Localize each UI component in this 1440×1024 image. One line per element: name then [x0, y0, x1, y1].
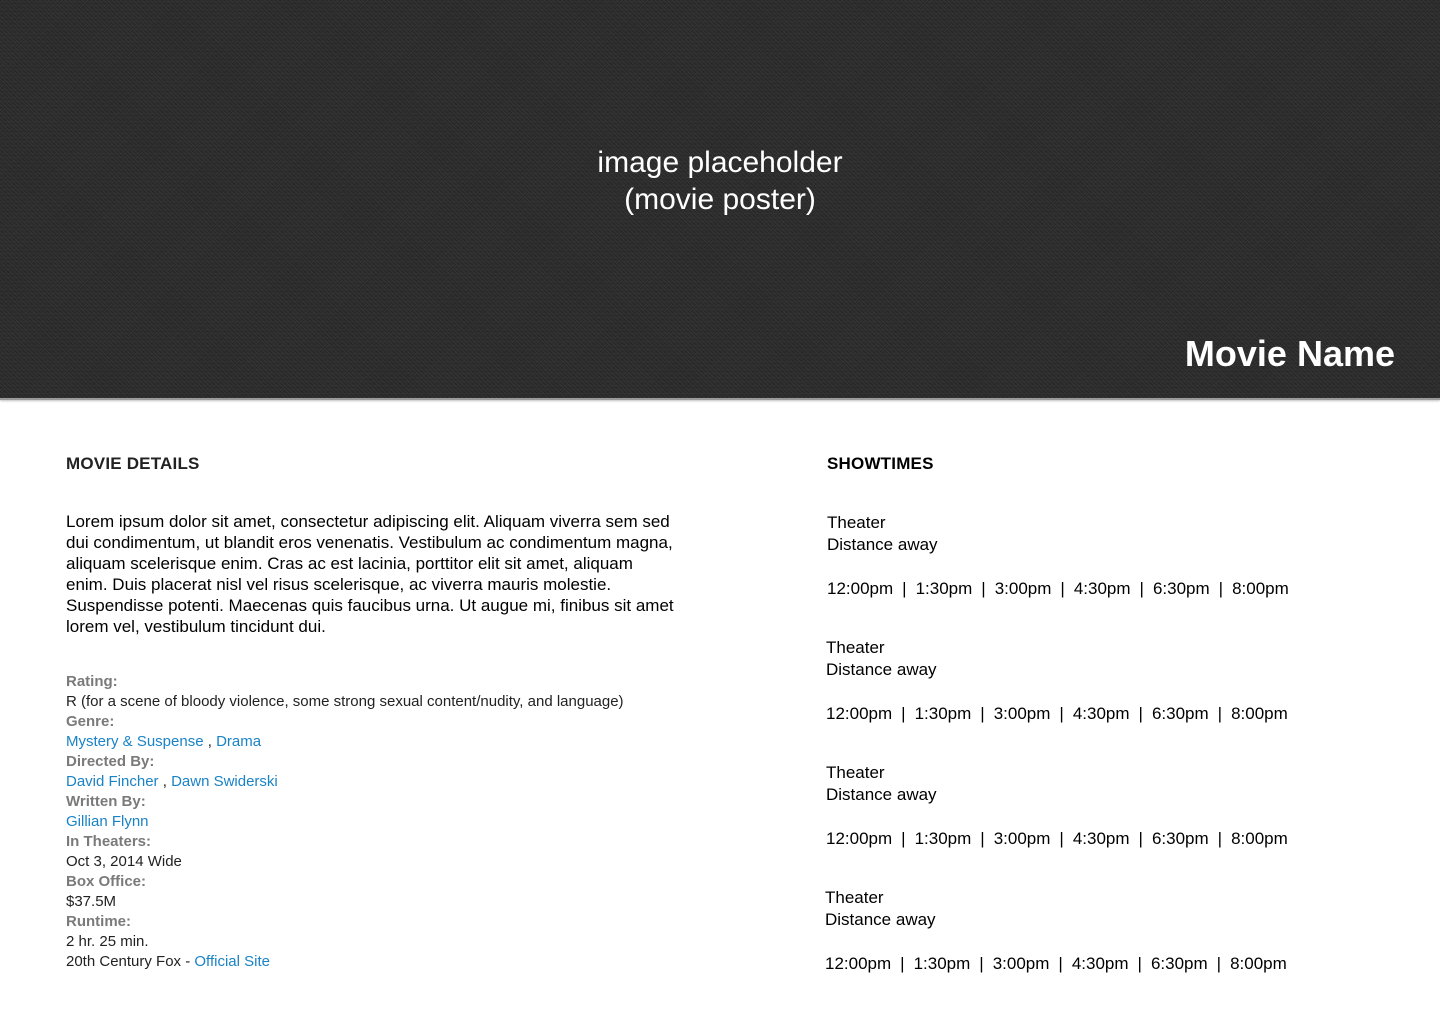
showtime-button[interactable]: 1:30pm [916, 578, 973, 600]
theater-name[interactable]: Theater [826, 762, 1386, 784]
genre-label: Genre: [66, 713, 115, 730]
time-separator: | [1059, 704, 1064, 723]
written-by-label: Written By: [66, 793, 146, 810]
showtimes-heading: SHOWTIMES [827, 454, 934, 473]
movie-synopsis: Lorem ipsum dolor sit amet, consectetur … [66, 512, 674, 636]
movie-poster-banner: image placeholder (movie poster) Movie N… [0, 0, 1440, 400]
time-separator: | [981, 579, 986, 598]
showtime-list: 12:00pm | 1:30pm | 3:00pm | 4:30pm | 6:30pm | 8:00… [826, 703, 1386, 725]
showtime-button[interactable]: 8:00pm [1230, 953, 1287, 975]
rating-label: Rating: [66, 673, 118, 690]
movie-details-heading: MOVIE DETAILS [66, 454, 200, 473]
theater-block: Theater Distance away 12:00pm | 1:30pm | 3:0… [826, 762, 1386, 850]
theater-name[interactable]: Theater [826, 637, 1386, 659]
showtime-button[interactable]: 8:00pm [1232, 578, 1289, 600]
list-separator: , [162, 773, 167, 790]
showtime-button[interactable]: 6:30pm [1152, 703, 1209, 725]
showtime-button[interactable]: 1:30pm [914, 953, 971, 975]
showtime-button[interactable]: 12:00pm [826, 703, 892, 725]
box-office-value: $37.5M [66, 893, 117, 910]
time-separator: | [902, 579, 907, 598]
director-link-swiderski[interactable]: Dawn Swiderski [171, 773, 278, 790]
showtime-button[interactable]: 4:30pm [1073, 703, 1130, 725]
theater-block: Theater Distance away 12:00pm | 1:30pm | 3:0… [825, 887, 1385, 975]
theater-distance: Distance away [826, 785, 937, 804]
directed-by-label: Directed By: [66, 753, 155, 770]
showtime-button[interactable]: 8:00pm [1231, 828, 1288, 850]
showtime-button[interactable]: 1:30pm [915, 828, 972, 850]
runtime-label: Runtime: [66, 913, 131, 930]
time-separator: | [901, 829, 906, 848]
theater-distance: Distance away [827, 535, 938, 554]
time-separator: | [1218, 579, 1224, 598]
showtime-button[interactable]: 4:30pm [1073, 828, 1130, 850]
showtime-button[interactable]: 12:00pm [827, 578, 893, 600]
in-theaters-value: Oct 3, 2014 Wide [66, 853, 182, 870]
movie-meta: Rating: R (for a scene of bloody violenc… [66, 672, 746, 972]
writer-link-flynn[interactable]: Gillian Flynn [66, 813, 149, 830]
movie-title: Movie Name [1184, 333, 1395, 374]
theater-name[interactable]: Theater [827, 512, 1387, 534]
time-separator: | [980, 829, 985, 848]
official-site-link[interactable]: Official Site [194, 953, 270, 970]
showtime-button[interactable]: 6:30pm [1152, 828, 1209, 850]
placeholder-line-2: (movie poster) [624, 183, 816, 216]
time-separator: | [901, 704, 906, 723]
placeholder-line-1: image placeholder [597, 146, 843, 179]
runtime-value: 2 hr. 25 min. [66, 933, 149, 950]
time-separator: | [1060, 579, 1065, 598]
time-separator: | [1059, 829, 1064, 848]
showtime-button[interactable]: 3:00pm [995, 578, 1052, 600]
time-separator: | [1138, 704, 1143, 723]
time-separator: | [980, 704, 985, 723]
time-separator: | [900, 954, 905, 973]
showtime-button[interactable]: 3:00pm [993, 953, 1050, 975]
studio-name: 20th Century Fox - [66, 953, 191, 970]
time-separator: | [1217, 829, 1223, 848]
showtime-button[interactable]: 1:30pm [915, 703, 972, 725]
showtime-button[interactable]: 12:00pm [826, 828, 892, 850]
writer-list: Gillian Flynn [66, 812, 746, 832]
theater-block: Theater Distance away 12:00pm | 1:30pm | 3:0… [826, 637, 1386, 725]
time-separator: | [1139, 579, 1144, 598]
rating-value: R (for a scene of bloody violence, some … [66, 693, 624, 710]
showtime-button[interactable]: 6:30pm [1153, 578, 1210, 600]
theater-distance: Distance away [826, 660, 937, 679]
time-separator: | [1217, 704, 1223, 723]
showtime-button[interactable]: 6:30pm [1151, 953, 1208, 975]
time-separator: | [1058, 954, 1063, 973]
theater-distance: Distance away [825, 910, 936, 929]
time-separator: | [1137, 954, 1142, 973]
showtime-button[interactable]: 3:00pm [994, 703, 1051, 725]
showtime-button[interactable]: 3:00pm [994, 828, 1051, 850]
showtime-list: 12:00pm | 1:30pm | 3:00pm | 4:30pm | 6:30pm | 8:00… [827, 578, 1387, 600]
time-separator: | [979, 954, 984, 973]
director-list: David Fincher , Dawn Swiderski [66, 772, 746, 792]
poster-placeholder-text: image placeholder (movie poster) [0, 144, 1440, 218]
director-link-fincher[interactable]: David Fincher [66, 773, 159, 790]
showtime-list: 12:00pm | 1:30pm | 3:00pm | 4:30pm | 6:30pm | 8:00… [825, 953, 1385, 975]
theater-name[interactable]: Theater [825, 887, 1385, 909]
showtime-button[interactable]: 4:30pm [1074, 578, 1131, 600]
showtime-list: 12:00pm | 1:30pm | 3:00pm | 4:30pm | 6:30pm | 8:00… [826, 828, 1386, 850]
showtime-button[interactable]: 4:30pm [1072, 953, 1129, 975]
time-separator: | [1216, 954, 1222, 973]
box-office-label: Box Office: [66, 873, 147, 890]
genre-list: Mystery & Suspense , Drama [66, 732, 746, 752]
in-theaters-label: In Theaters: [66, 833, 152, 850]
genre-link-mystery[interactable]: Mystery & Suspense [66, 733, 204, 750]
list-separator: , [207, 733, 212, 750]
genre-link-drama[interactable]: Drama [216, 733, 261, 750]
showtime-button[interactable]: 12:00pm [825, 953, 891, 975]
theater-block: Theater Distance away 12:00pm | 1:30pm | 3:0… [827, 512, 1387, 600]
time-separator: | [1138, 829, 1143, 848]
studio-line: 20th Century Fox - Official Site [66, 952, 746, 972]
showtime-button[interactable]: 8:00pm [1231, 703, 1288, 725]
